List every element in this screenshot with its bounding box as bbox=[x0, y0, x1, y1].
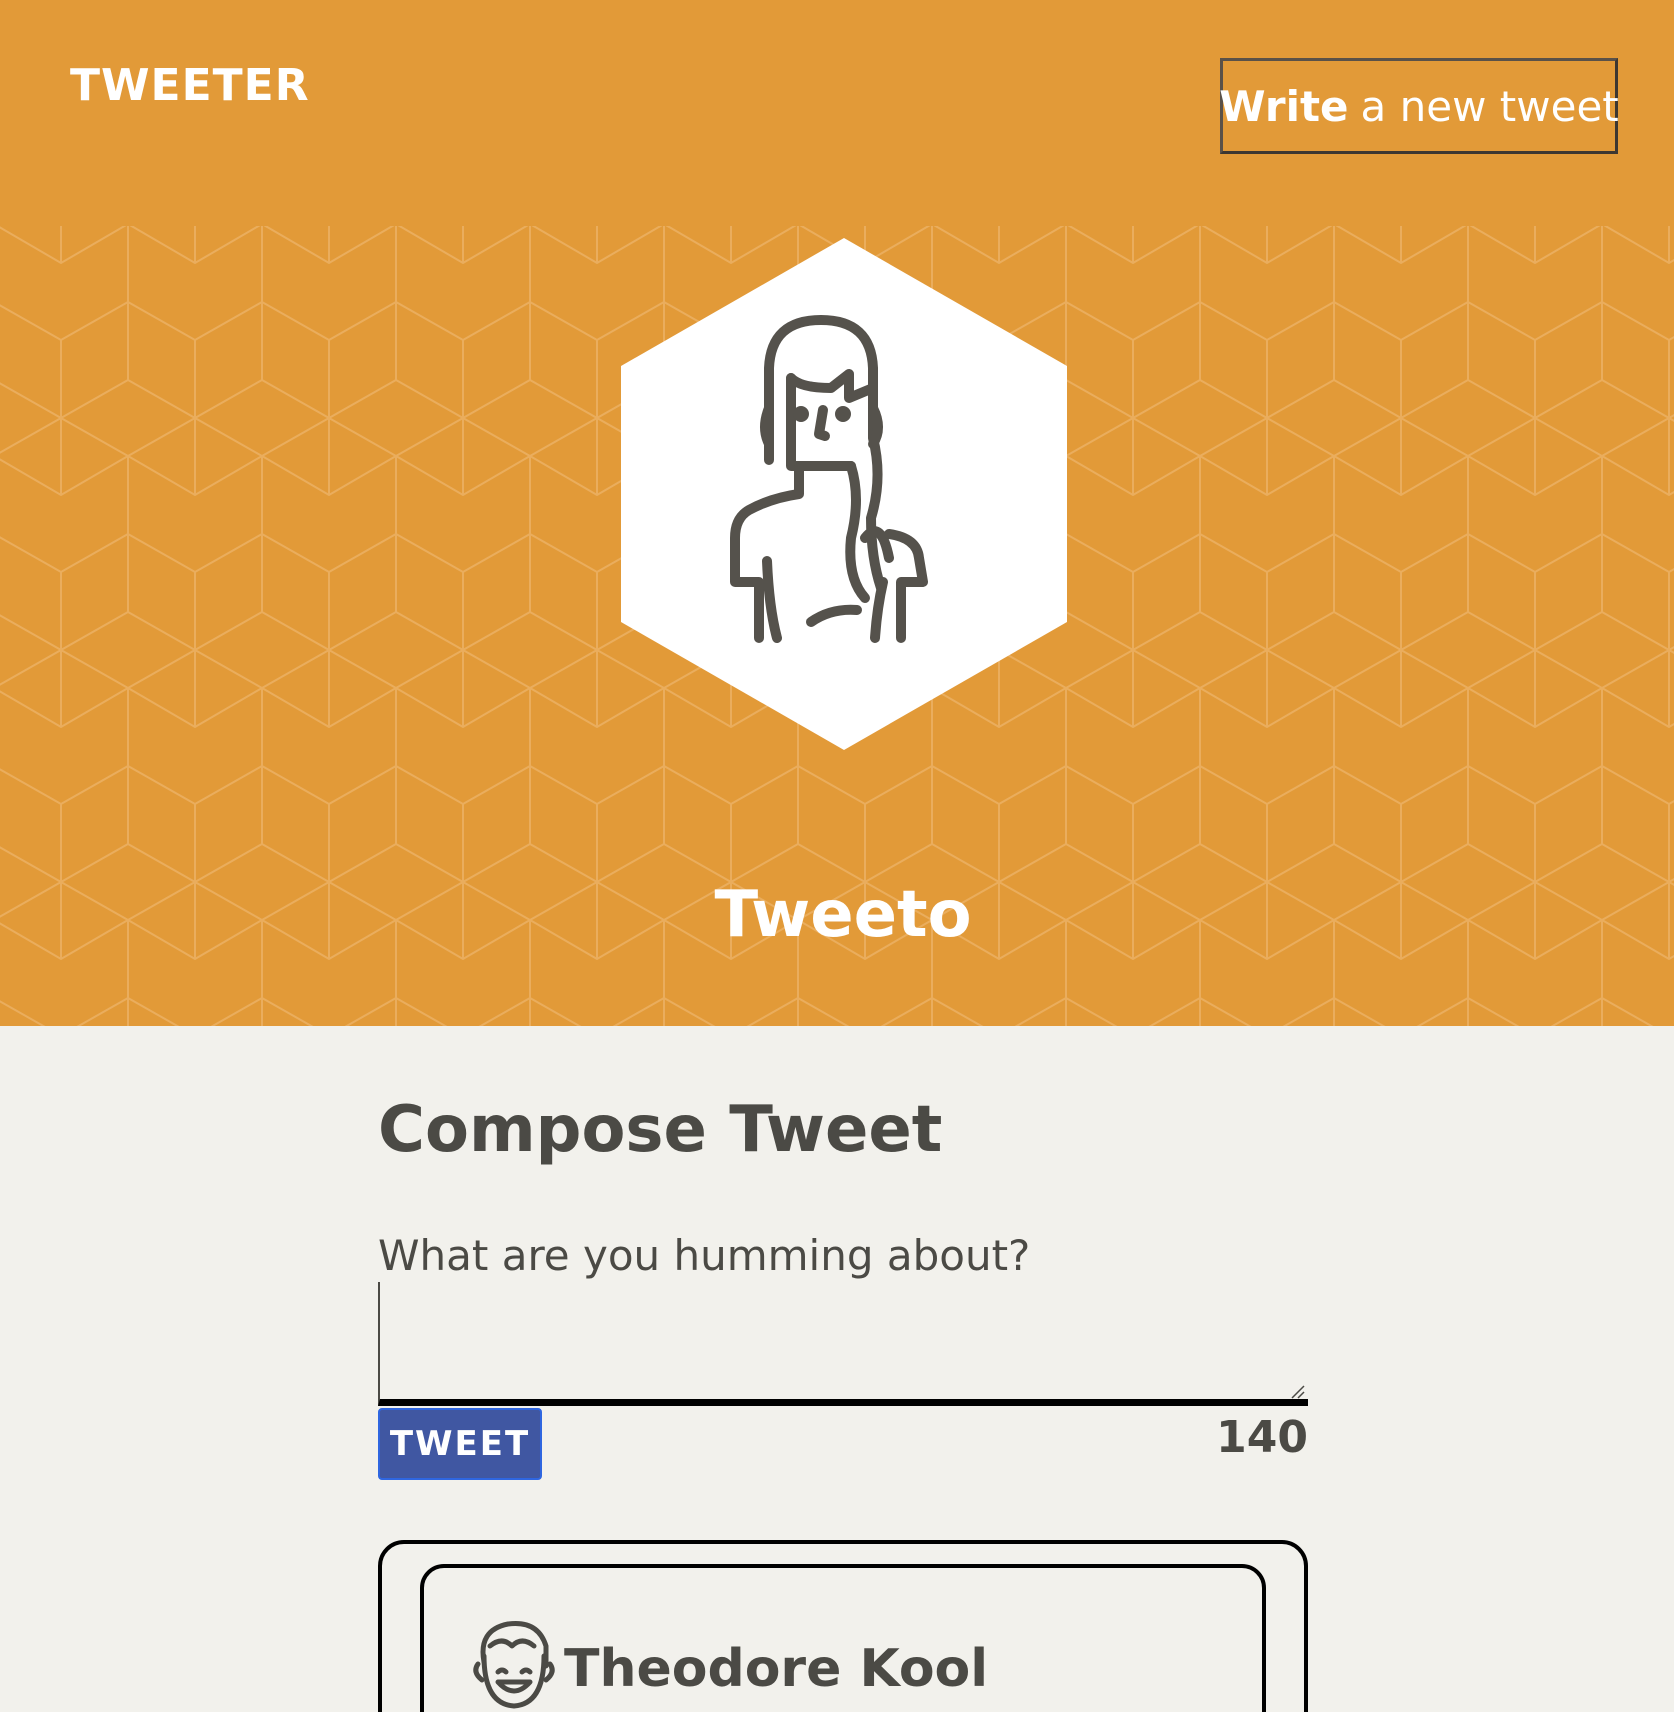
tweet-submit-button[interactable]: TWEET bbox=[378, 1408, 542, 1480]
tweet-input[interactable] bbox=[378, 1282, 1308, 1406]
compose-label: What are you humming about? bbox=[378, 1231, 1031, 1280]
write-new-tweet-rest: a new tweet bbox=[1360, 81, 1619, 131]
tweet-author-name: Theodore Kool bbox=[564, 1639, 989, 1699]
resize-handle-icon[interactable] bbox=[1290, 1384, 1306, 1400]
man-avatar-icon bbox=[473, 1620, 555, 1709]
character-counter: 140 bbox=[1216, 1412, 1308, 1463]
write-new-tweet-bold: Write bbox=[1219, 81, 1349, 131]
write-new-tweet-button[interactable]: Write a new tweet bbox=[1219, 58, 1619, 154]
profile-name: Tweeto bbox=[714, 878, 972, 952]
logo[interactable]: TWEETER bbox=[70, 58, 310, 114]
compose-title: Compose Tweet bbox=[378, 1093, 943, 1167]
woman-avatar-icon bbox=[621, 238, 1067, 750]
